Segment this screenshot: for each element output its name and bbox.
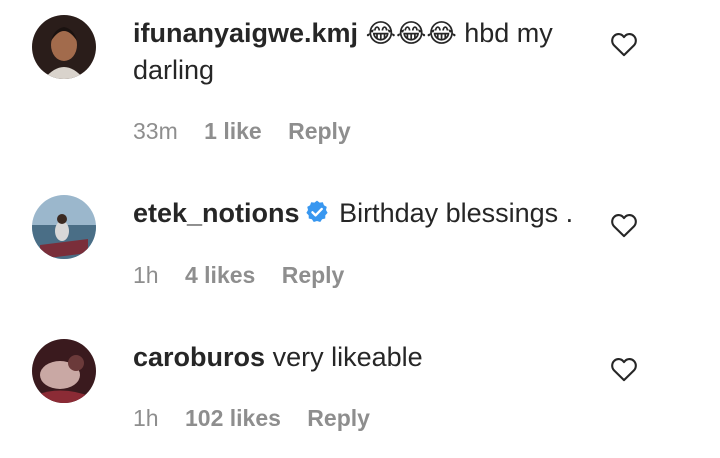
avatar[interactable] bbox=[32, 15, 96, 79]
comment-item: etek_notions Birthday blessings . 1h 4 l… bbox=[0, 160, 720, 305]
like-count[interactable]: 4 likes bbox=[185, 262, 255, 288]
username[interactable]: caroburos bbox=[133, 342, 265, 372]
comment-item: ifunanyaigwe.kmj 😂😂😂 hbd my darling 33m … bbox=[0, 0, 720, 160]
heart-outline-icon[interactable] bbox=[610, 31, 638, 57]
comment-meta: 33m 1 like Reply bbox=[133, 118, 371, 145]
like-count[interactable]: 102 likes bbox=[185, 405, 281, 431]
username[interactable]: etek_notions bbox=[133, 198, 300, 228]
emoji-text: 😂😂😂 bbox=[365, 19, 457, 49]
comment-meta: 1h 102 likes Reply bbox=[133, 405, 390, 432]
timestamp: 1h bbox=[133, 405, 159, 431]
username[interactable]: ifunanyaigwe.kmj bbox=[133, 18, 358, 48]
reply-button[interactable]: Reply bbox=[288, 118, 351, 144]
verified-badge-icon bbox=[305, 200, 328, 222]
comment-text: etek_notions Birthday blessings . bbox=[133, 195, 593, 231]
comment-text: caroburos very likeable bbox=[133, 339, 593, 375]
comment-item: caroburos very likeable 1h 102 likes Rep… bbox=[0, 305, 720, 458]
comment-message: very likeable bbox=[272, 342, 423, 372]
reply-button[interactable]: Reply bbox=[307, 405, 370, 431]
comment-message: Birthday blessings . bbox=[339, 198, 574, 228]
timestamp: 1h bbox=[133, 262, 159, 288]
reply-button[interactable]: Reply bbox=[282, 262, 345, 288]
heart-outline-icon[interactable] bbox=[610, 212, 638, 238]
avatar[interactable] bbox=[32, 339, 96, 403]
like-count[interactable]: 1 like bbox=[204, 118, 262, 144]
comment-meta: 1h 4 likes Reply bbox=[133, 262, 364, 289]
avatar[interactable] bbox=[32, 195, 96, 259]
heart-outline-icon[interactable] bbox=[610, 356, 638, 382]
comment-text: ifunanyaigwe.kmj 😂😂😂 hbd my darling bbox=[133, 15, 593, 88]
timestamp: 33m bbox=[133, 118, 178, 144]
